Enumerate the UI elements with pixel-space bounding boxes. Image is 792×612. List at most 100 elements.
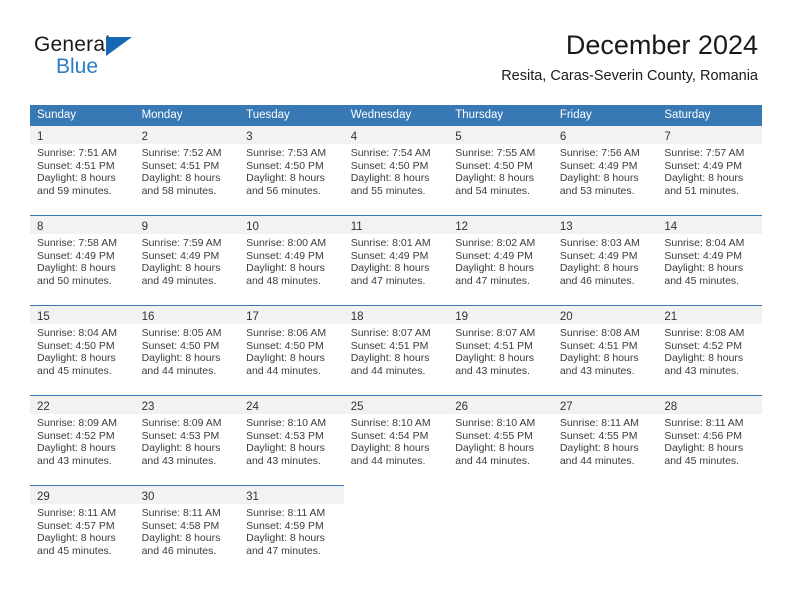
day-details: Sunrise: 7:52 AM Sunset: 4:51 PM Daylight:… (135, 144, 240, 197)
calendar-header-row: Sunday Monday Tuesday Wednesday Thursday Frid… (30, 105, 762, 125)
day-number: 15 (37, 311, 50, 323)
day-number: 7 (664, 131, 671, 143)
daylight-text-line1: Daylight: 8 hours (664, 172, 744, 185)
day-details: Sunrise: 7:56 AM Sunset: 4:49 PM Daylight:… (553, 144, 658, 197)
sunrise-text: Sunrise: 8:11 AM (559, 417, 639, 429)
day-number-band: 13 (552, 216, 658, 234)
daylight-text-line1: Daylight: 8 hours (455, 262, 535, 275)
general-blue-logo[interactable]: General Blue (34, 34, 164, 86)
calendar-week-row: 29 Sunrise: 8:11 AM Sunset: 4:57 PM Dayligh… (30, 485, 762, 575)
daylight-text-line2: and 45 minutes. (37, 364, 112, 377)
daylight-text-line2: and 53 minutes. (559, 184, 635, 197)
day-details: Sunrise: 8:08 AM Sunset: 4:51 PM Daylight:… (553, 324, 658, 377)
calendar-day-cell: 23 Sunrise: 8:09 AM Sunset: 4:53 PM Dayligh… (134, 395, 240, 485)
day-number: 30 (141, 491, 155, 503)
sunrise-text: Sunrise: 8:03 AM (559, 237, 640, 249)
daylight-text-line2: and 43 minutes. (664, 364, 740, 377)
day-cell-18[interactable]: 18 Sunrise: 8:07 AM Sunset: 4:51 PM Dayligh… (343, 305, 449, 395)
daylight-text-line1: Daylight: 8 hours (37, 442, 116, 455)
day-cell-13[interactable]: 13 Sunrise: 8:03 AM Sunset: 4:49 PM Dayligh… (552, 215, 658, 305)
day-cell-8[interactable]: 8 Sunrise: 7:58 AM Sunset: 4:49 PM Daylight… (30, 215, 135, 305)
day-cell-9[interactable]: 9 Sunrise: 7:59 AM Sunset: 4:49 PM Daylight… (134, 215, 240, 305)
day-details: Sunrise: 8:10 AM Sunset: 4:55 PM Daylight:… (448, 414, 553, 467)
day-cell-6[interactable]: 6 Sunrise: 7:56 AM Sunset: 4:49 PM Daylight… (552, 125, 658, 215)
day-details: Sunrise: 7:51 AM Sunset: 4:51 PM Daylight:… (30, 144, 135, 197)
daylight-text-line2: and 43 minutes. (246, 454, 321, 467)
day-cell-23[interactable]: 23 Sunrise: 8:09 AM Sunset: 4:53 PM Dayligh… (134, 395, 240, 485)
weekday-header-saturday: Saturday (657, 105, 762, 125)
daylight-text-line1: Daylight: 8 hours (559, 352, 639, 365)
daylight-text-line2: and 56 minutes. (246, 184, 321, 197)
day-cell-1[interactable]: 1 Sunrise: 7:51 AM Sunset: 4:51 PM Daylight… (30, 125, 135, 215)
day-cell-27[interactable]: 27 Sunrise: 8:11 AM Sunset: 4:55 PM Dayligh… (552, 395, 658, 485)
day-number: 29 (37, 491, 50, 503)
day-cell-10[interactable]: 10 Sunrise: 8:00 AM Sunset: 4:49 PM Dayligh… (239, 215, 344, 305)
day-cell-25[interactable]: 25 Sunrise: 8:10 AM Sunset: 4:54 PM Dayligh… (343, 395, 449, 485)
sunset-text: Sunset: 4:51 PM (350, 339, 429, 352)
day-number: 23 (141, 401, 155, 413)
day-cell-20[interactable]: 20 Sunrise: 8:08 AM Sunset: 4:51 PM Dayligh… (552, 305, 658, 395)
calendar-day-cell: 21 Sunrise: 8:08 AM Sunset: 4:52 PM Dayligh… (657, 305, 762, 395)
daylight-text-line1: Daylight: 8 hours (246, 262, 325, 275)
day-cell-30[interactable]: 30 Sunrise: 8:11 AM Sunset: 4:58 PM Dayligh… (134, 485, 240, 575)
day-cell-15[interactable]: 15 Sunrise: 8:04 AM Sunset: 4:50 PM Dayligh… (30, 305, 135, 395)
day-details: Sunrise: 7:58 AM Sunset: 4:49 PM Daylight:… (30, 234, 135, 287)
sunset-text: Sunset: 4:50 PM (37, 339, 115, 352)
weekday-header-sunday: Sunday (30, 105, 135, 125)
day-number: 17 (246, 311, 259, 323)
daylight-text-line2: and 59 minutes. (37, 184, 112, 197)
day-number: 26 (455, 401, 469, 413)
day-cell-26[interactable]: 26 Sunrise: 8:10 AM Sunset: 4:55 PM Dayligh… (448, 395, 553, 485)
day-details: Sunrise: 8:11 AM Sunset: 4:58 PM Daylight:… (135, 504, 240, 557)
day-cell-5[interactable]: 5 Sunrise: 7:55 AM Sunset: 4:50 PM Daylight… (448, 125, 553, 215)
calendar-day-cell: 22 Sunrise: 8:09 AM Sunset: 4:52 PM Dayligh… (30, 395, 135, 485)
daylight-text-line2: and 43 minutes. (37, 454, 112, 467)
sunset-text: Sunset: 4:49 PM (559, 159, 638, 172)
day-cell-2[interactable]: 2 Sunrise: 7:52 AM Sunset: 4:51 PM Daylight… (134, 125, 240, 215)
day-cell-4[interactable]: 4 Sunrise: 7:54 AM Sunset: 4:50 PM Daylight… (343, 125, 449, 215)
day-cell-3[interactable]: 3 Sunrise: 7:53 AM Sunset: 4:50 PM Daylight… (239, 125, 344, 215)
day-number-band: 3 (239, 126, 344, 144)
daylight-text-line2: and 46 minutes. (141, 544, 217, 557)
day-details: Sunrise: 8:10 AM Sunset: 4:53 PM Daylight:… (239, 414, 344, 467)
day-cell-16[interactable]: 16 Sunrise: 8:05 AM Sunset: 4:50 PM Dayligh… (134, 305, 240, 395)
day-cell-28[interactable]: 28 Sunrise: 8:11 AM Sunset: 4:56 PM Dayligh… (657, 395, 762, 485)
day-cell-22[interactable]: 22 Sunrise: 8:09 AM Sunset: 4:52 PM Dayligh… (30, 395, 135, 485)
daylight-text-line1: Daylight: 8 hours (246, 352, 325, 365)
daylight-text-line2: and 44 minutes. (246, 364, 321, 377)
sunset-text: Sunset: 4:49 PM (664, 249, 743, 262)
page-header: General Blue December 2024 Resita, Caras… (34, 28, 758, 98)
sunset-text: Sunset: 4:57 PM (37, 519, 115, 532)
day-cell-14[interactable]: 14 Sunrise: 8:04 AM Sunset: 4:49 PM Dayligh… (657, 215, 762, 305)
day-cell-31[interactable]: 31 Sunrise: 8:11 AM Sunset: 4:59 PM Dayligh… (239, 485, 344, 575)
weekday-header: Sunday Monday Tuesday Wednesday Thursday Frid… (30, 105, 762, 125)
day-cell-24[interactable]: 24 Sunrise: 8:10 AM Sunset: 4:53 PM Dayligh… (239, 395, 344, 485)
day-cell-7[interactable]: 7 Sunrise: 7:57 AM Sunset: 4:49 PM Daylight… (657, 125, 762, 215)
day-cell-17[interactable]: 17 Sunrise: 8:06 AM Sunset: 4:50 PM Dayligh… (239, 305, 344, 395)
daylight-text-line1: Daylight: 8 hours (559, 262, 639, 275)
day-number: 31 (246, 491, 259, 503)
sunrise-text: Sunrise: 8:11 AM (664, 417, 744, 429)
day-details: Sunrise: 7:57 AM Sunset: 4:49 PM Daylight:… (657, 144, 762, 197)
sunset-text: Sunset: 4:49 PM (559, 249, 638, 262)
calendar-day-cell: 24 Sunrise: 8:10 AM Sunset: 4:53 PM Dayligh… (239, 395, 344, 485)
sunrise-text: Sunrise: 8:02 AM (455, 237, 536, 249)
day-number-band: 19 (448, 306, 553, 324)
day-cell-29[interactable]: 29 Sunrise: 8:11 AM Sunset: 4:57 PM Dayligh… (30, 485, 135, 575)
day-number-band: 11 (343, 216, 449, 234)
day-cell-12[interactable]: 12 Sunrise: 8:02 AM Sunset: 4:49 PM Dayligh… (448, 215, 553, 305)
day-details: Sunrise: 7:55 AM Sunset: 4:50 PM Daylight:… (448, 144, 553, 197)
calendar-day-cell: 25 Sunrise: 8:10 AM Sunset: 4:54 PM Dayligh… (343, 395, 449, 485)
day-number-band: 21 (657, 306, 762, 324)
calendar-day-cell: 1 Sunrise: 7:51 AM Sunset: 4:51 PM Daylight… (30, 125, 135, 215)
calendar-week-row: 15 Sunrise: 8:04 AM Sunset: 4:50 PM Dayligh… (30, 305, 762, 395)
day-details: Sunrise: 8:11 AM Sunset: 4:59 PM Daylight:… (239, 504, 344, 557)
day-cell-21[interactable]: 21 Sunrise: 8:08 AM Sunset: 4:52 PM Dayligh… (657, 305, 762, 395)
sunset-text: Sunset: 4:49 PM (141, 249, 220, 262)
daylight-text-line1: Daylight: 8 hours (350, 352, 430, 365)
daylight-text-line2: and 51 minutes. (664, 184, 740, 197)
day-cell-11[interactable]: 11 Sunrise: 8:01 AM Sunset: 4:49 PM Dayligh… (343, 215, 449, 305)
day-cell-19[interactable]: 19 Sunrise: 8:07 AM Sunset: 4:51 PM Dayligh… (448, 305, 553, 395)
sunset-text: Sunset: 4:53 PM (246, 429, 324, 442)
day-details: Sunrise: 8:09 AM Sunset: 4:53 PM Daylight:… (135, 414, 240, 467)
